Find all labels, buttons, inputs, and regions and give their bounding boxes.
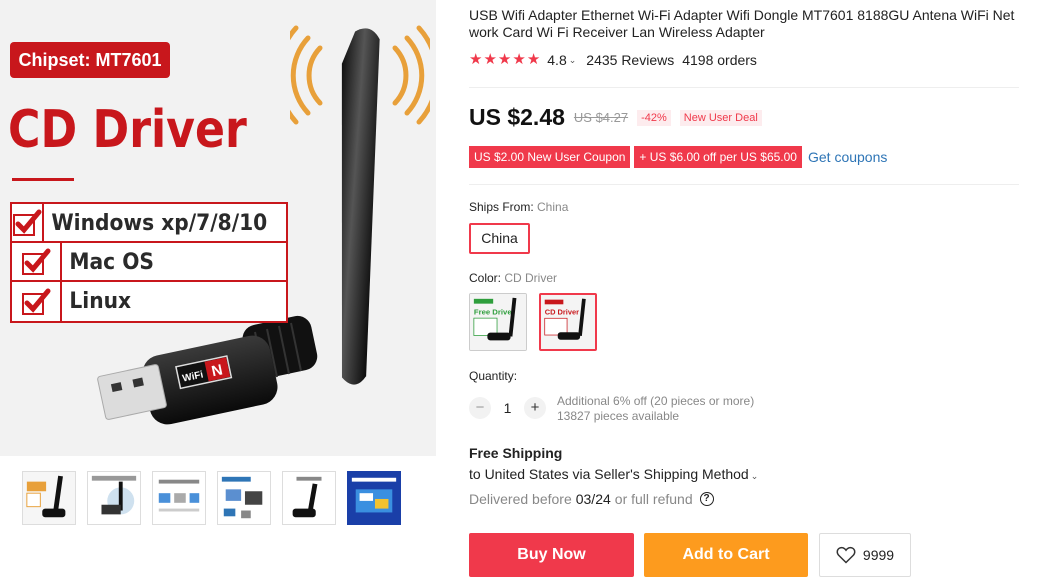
shipping-method-selector[interactable]: to United States via Seller's Shipping M… (469, 466, 758, 482)
star-rating: ★ ★ ★ ★ ★ (469, 52, 540, 68)
ships-from-option-china[interactable]: China (469, 223, 530, 254)
ships-from-label-text: Ships From: (469, 200, 538, 214)
stock-available: 13827 pieces available (557, 409, 680, 423)
color-option-cd-driver[interactable]: CD Driver (539, 293, 597, 351)
bulk-discount-note: Additional 6% off (20 pieces or more) (557, 394, 755, 408)
delivery-date: 03/24 (575, 491, 611, 507)
os-row: Linux (12, 282, 286, 321)
ships-from-label: Ships From: China (469, 200, 568, 214)
checkbox-checked-icon (12, 204, 44, 241)
os-label: Mac OS (69, 250, 154, 275)
checkbox-checked-icon (12, 243, 62, 280)
original-price: US $4.27 (573, 110, 629, 125)
help-icon[interactable]: ? (699, 492, 714, 506)
headline-underline (12, 178, 74, 181)
new-user-deal-badge: New User Deal (679, 109, 762, 126)
star-icon: ★ (483, 51, 497, 68)
get-coupons-link[interactable]: Get coupons (808, 149, 887, 165)
add-to-cart-button[interactable]: Add to Cart (644, 533, 808, 577)
color-option-label: Free Driver (474, 307, 515, 316)
color-option-free-driver[interactable]: Free Driver (469, 293, 527, 351)
rating-row: ★ ★ ★ ★ ★ 4.8 ⌄ 2435 Reviews 4198 orders (469, 52, 757, 69)
delivery-suffix: or full refund (614, 491, 693, 507)
delivery-estimate: Delivered before 03/24 or full refund ? (469, 491, 714, 507)
quantity-label: Quantity: (469, 369, 518, 383)
quantity-stepper: − 1 + (469, 397, 546, 419)
star-icon: ★ (469, 51, 483, 68)
image-headline: CD Driver (8, 100, 247, 160)
rating-value[interactable]: 4.8 (547, 52, 566, 68)
heart-icon (836, 546, 856, 564)
star-icon: ★ (512, 51, 526, 68)
quantity-input[interactable]: 1 (491, 400, 524, 416)
store-coupon[interactable]: + US $6.00 off per US $65.00 (634, 146, 802, 168)
os-compat-table: Windows xp/7/8/10 Mac OS Linux (10, 202, 288, 323)
quantity-notes: Additional 6% off (20 pieces or more) 13… (557, 394, 754, 424)
wishlist-count: 9999 (862, 547, 895, 563)
star-icon: ★ (526, 51, 541, 68)
new-user-coupon[interactable]: US $2.00 New User Coupon (469, 146, 631, 168)
os-label: Linux (69, 289, 132, 314)
thumbnail-2[interactable] (87, 471, 141, 525)
buy-now-button[interactable]: Buy Now (469, 533, 634, 577)
quantity-increase-button[interactable]: + (524, 397, 546, 419)
coupon-row: US $2.00 New User Coupon + US $6.00 off … (469, 146, 887, 168)
chevron-down-icon[interactable]: ⌄ (569, 55, 577, 66)
color-value: CD Driver (504, 271, 558, 285)
thumbnail-5[interactable] (282, 471, 336, 525)
product-title: USB Wifi Adapter Ethernet Wi-Fi Adapter … (469, 7, 1015, 40)
ships-from-value: China (537, 200, 569, 214)
os-label: Windows xp/7/8/10 (51, 211, 268, 236)
quantity-decrease-button[interactable]: − (469, 397, 491, 419)
thumbnail-1[interactable] (22, 471, 76, 525)
reviews-link[interactable]: 2435 Reviews (586, 52, 674, 68)
orders-count: 4198 orders (682, 52, 757, 68)
chipset-badge: Chipset: MT7601 (10, 42, 170, 78)
checkbox-checked-icon (12, 282, 62, 321)
thumbnail-6[interactable] (347, 471, 401, 525)
color-label: Color: CD Driver (469, 271, 557, 285)
os-row: Windows xp/7/8/10 (12, 204, 286, 243)
delivery-prefix: Delivered before (469, 491, 572, 507)
color-label-text: Color: (469, 271, 505, 285)
discount-badge: -42% (637, 109, 671, 126)
divider (469, 87, 1019, 88)
shipping-title: Free Shipping (469, 445, 563, 461)
thumbnail-3[interactable] (152, 471, 206, 525)
price-row: US $2.48 US $4.27 -42% New User Deal (469, 104, 762, 131)
divider (469, 184, 1019, 185)
color-option-label: CD Driver (545, 308, 579, 317)
main-product-image[interactable]: WiFi N Chipset: MT7601 CD Driver Windows… (0, 0, 436, 456)
current-price: US $2.48 (469, 104, 565, 130)
thumbnail-strip (22, 471, 401, 525)
os-row: Mac OS (12, 243, 286, 282)
shipping-method-text: to United States via Seller's Shipping M… (469, 466, 749, 482)
star-icon: ★ (497, 51, 512, 68)
wishlist-button[interactable]: 9999 (819, 533, 911, 577)
chevron-down-icon: ⌄ (750, 471, 759, 481)
thumbnail-4[interactable] (217, 471, 271, 525)
